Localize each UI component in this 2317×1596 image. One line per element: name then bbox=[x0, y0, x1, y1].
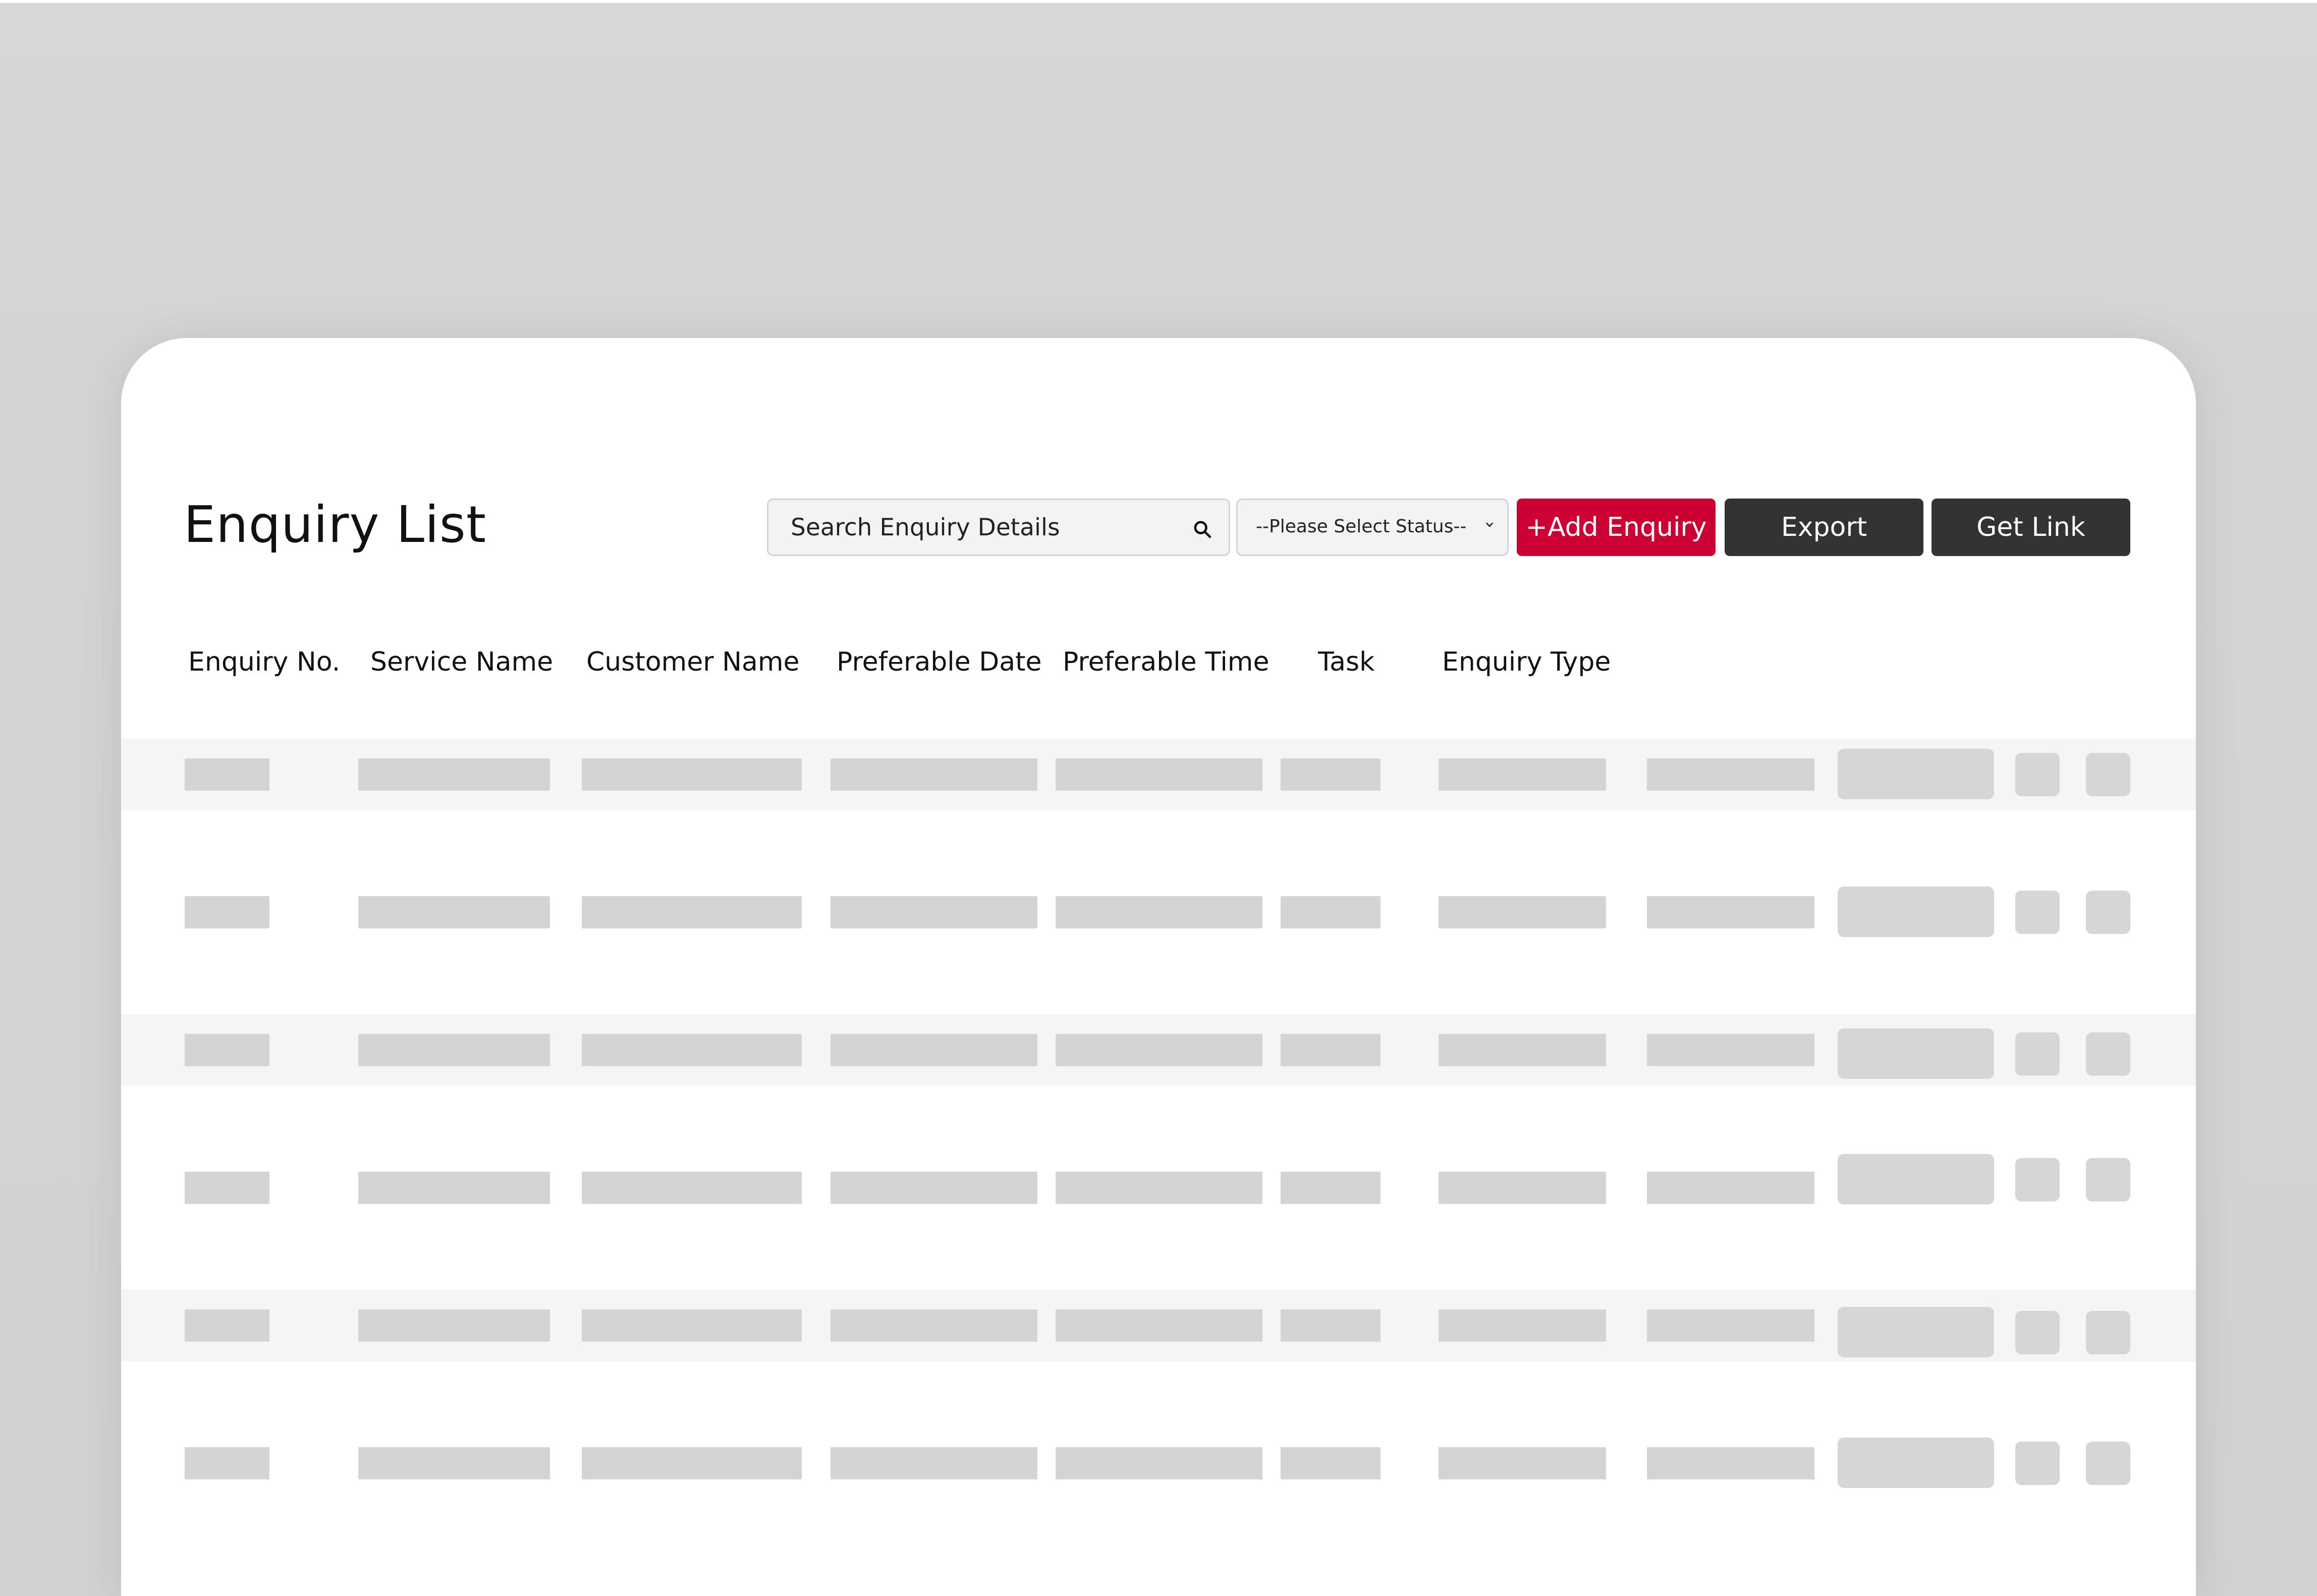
skeleton-cell bbox=[831, 1172, 1037, 1204]
chevron-down-icon bbox=[1485, 522, 1494, 527]
skeleton-cell bbox=[358, 758, 550, 791]
skeleton-cell bbox=[1056, 758, 1262, 791]
skeleton-cell bbox=[582, 1172, 802, 1204]
column-header-service-name: Service Name bbox=[370, 647, 554, 677]
skeleton-cell bbox=[358, 1447, 550, 1479]
skeleton-cell bbox=[582, 1034, 802, 1066]
skeleton-cell bbox=[1281, 1309, 1381, 1342]
get-link-button[interactable]: Get Link bbox=[1932, 499, 2130, 556]
column-header-preferable-time: Preferable Time bbox=[1063, 647, 1270, 677]
skeleton-cell bbox=[185, 1034, 269, 1066]
skeleton-action-pill bbox=[1838, 749, 1994, 799]
skeleton-cell bbox=[1647, 1309, 1814, 1342]
search-input[interactable] bbox=[791, 500, 1184, 555]
table-row bbox=[121, 1427, 2196, 1499]
skeleton-cell bbox=[1439, 1447, 1606, 1479]
skeleton-cell bbox=[831, 1447, 1037, 1479]
skeleton-cell bbox=[185, 1309, 269, 1342]
skeleton-icon-button bbox=[2086, 1158, 2130, 1201]
skeleton-cell bbox=[831, 1309, 1037, 1342]
skeleton-cell bbox=[1056, 1034, 1262, 1066]
skeleton-cell bbox=[582, 758, 802, 791]
skeleton-icon-button bbox=[2015, 1442, 2060, 1485]
table-row bbox=[121, 739, 2196, 810]
skeleton-cell bbox=[185, 896, 269, 928]
skeleton-icon-button bbox=[2086, 891, 2130, 934]
add-enquiry-button[interactable]: +Add Enquiry bbox=[1517, 499, 1716, 556]
skeleton-cell bbox=[185, 1172, 269, 1204]
skeleton-cell bbox=[831, 896, 1037, 928]
skeleton-action-pill bbox=[1838, 887, 1994, 937]
column-header-enquiry-type: Enquiry Type bbox=[1442, 647, 1611, 677]
skeleton-cell bbox=[1439, 1309, 1606, 1342]
search-field[interactable] bbox=[767, 499, 1230, 556]
skeleton-cell bbox=[1056, 896, 1262, 928]
skeleton-cell bbox=[1439, 758, 1606, 791]
skeleton-cell bbox=[1647, 1034, 1814, 1066]
table-row bbox=[121, 876, 2196, 948]
skeleton-action-pill bbox=[1838, 1307, 1994, 1357]
skeleton-icon-button bbox=[2015, 1311, 2060, 1354]
skeleton-icon-button bbox=[2015, 1032, 2060, 1076]
skeleton-icon-button bbox=[2015, 1158, 2060, 1201]
column-header-task: Task bbox=[1318, 647, 1375, 677]
skeleton-action-pill bbox=[1838, 1154, 1994, 1204]
skeleton-cell bbox=[582, 896, 802, 928]
skeleton-cell bbox=[1056, 1309, 1262, 1342]
skeleton-icon-button bbox=[2015, 891, 2060, 934]
skeleton-cell bbox=[1056, 1172, 1262, 1204]
skeleton-icon-button bbox=[2086, 753, 2130, 796]
skeleton-cell bbox=[185, 758, 269, 791]
skeleton-cell bbox=[582, 1309, 802, 1342]
skeleton-cell bbox=[1056, 1447, 1262, 1479]
column-header-preferable-date: Preferable Date bbox=[837, 647, 1042, 677]
export-button[interactable]: Export bbox=[1725, 499, 1923, 556]
skeleton-action-pill bbox=[1838, 1028, 1994, 1079]
table-row bbox=[121, 1152, 2196, 1224]
column-header-enquiry-no: Enquiry No. bbox=[188, 647, 341, 677]
skeleton-cell bbox=[1647, 1172, 1814, 1204]
status-select[interactable]: --Please Select Status-- bbox=[1236, 499, 1509, 556]
skeleton-cell bbox=[1439, 1034, 1606, 1066]
skeleton-icon-button bbox=[2086, 1311, 2130, 1354]
skeleton-cell bbox=[1281, 1447, 1381, 1479]
skeleton-cell bbox=[582, 1447, 802, 1479]
table-row bbox=[121, 1014, 2196, 1086]
skeleton-cell bbox=[185, 1447, 269, 1479]
skeleton-cell bbox=[358, 1034, 550, 1066]
skeleton-cell bbox=[831, 1034, 1037, 1066]
skeleton-cell bbox=[1439, 896, 1606, 928]
skeleton-icon-button bbox=[2015, 753, 2060, 796]
skeleton-icon-button bbox=[2086, 1032, 2130, 1076]
skeleton-action-pill bbox=[1838, 1438, 1994, 1488]
skeleton-cell bbox=[1439, 1172, 1606, 1204]
skeleton-cell bbox=[1281, 1172, 1381, 1204]
enquiry-list-card: Enquiry List --Please Select Status-- +A… bbox=[121, 338, 2196, 1596]
skeleton-cell bbox=[358, 1172, 550, 1204]
skeleton-cell bbox=[1647, 1447, 1814, 1479]
status-select-value: --Please Select Status-- bbox=[1256, 516, 1467, 537]
skeleton-cell bbox=[831, 758, 1037, 791]
page-title: Enquiry List bbox=[184, 495, 487, 554]
skeleton-icon-button bbox=[2086, 1442, 2130, 1485]
skeleton-cell bbox=[358, 1309, 550, 1342]
top-edge-strip bbox=[0, 0, 2317, 3]
column-header-customer-name: Customer Name bbox=[586, 647, 800, 677]
skeleton-cell bbox=[1281, 758, 1381, 791]
skeleton-cell bbox=[1647, 896, 1814, 928]
search-icon[interactable] bbox=[1192, 519, 1212, 539]
skeleton-cell bbox=[1281, 896, 1381, 928]
table-row bbox=[121, 1290, 2196, 1361]
skeleton-cell bbox=[1647, 758, 1814, 791]
skeleton-cell bbox=[1281, 1034, 1381, 1066]
skeleton-cell bbox=[358, 896, 550, 928]
